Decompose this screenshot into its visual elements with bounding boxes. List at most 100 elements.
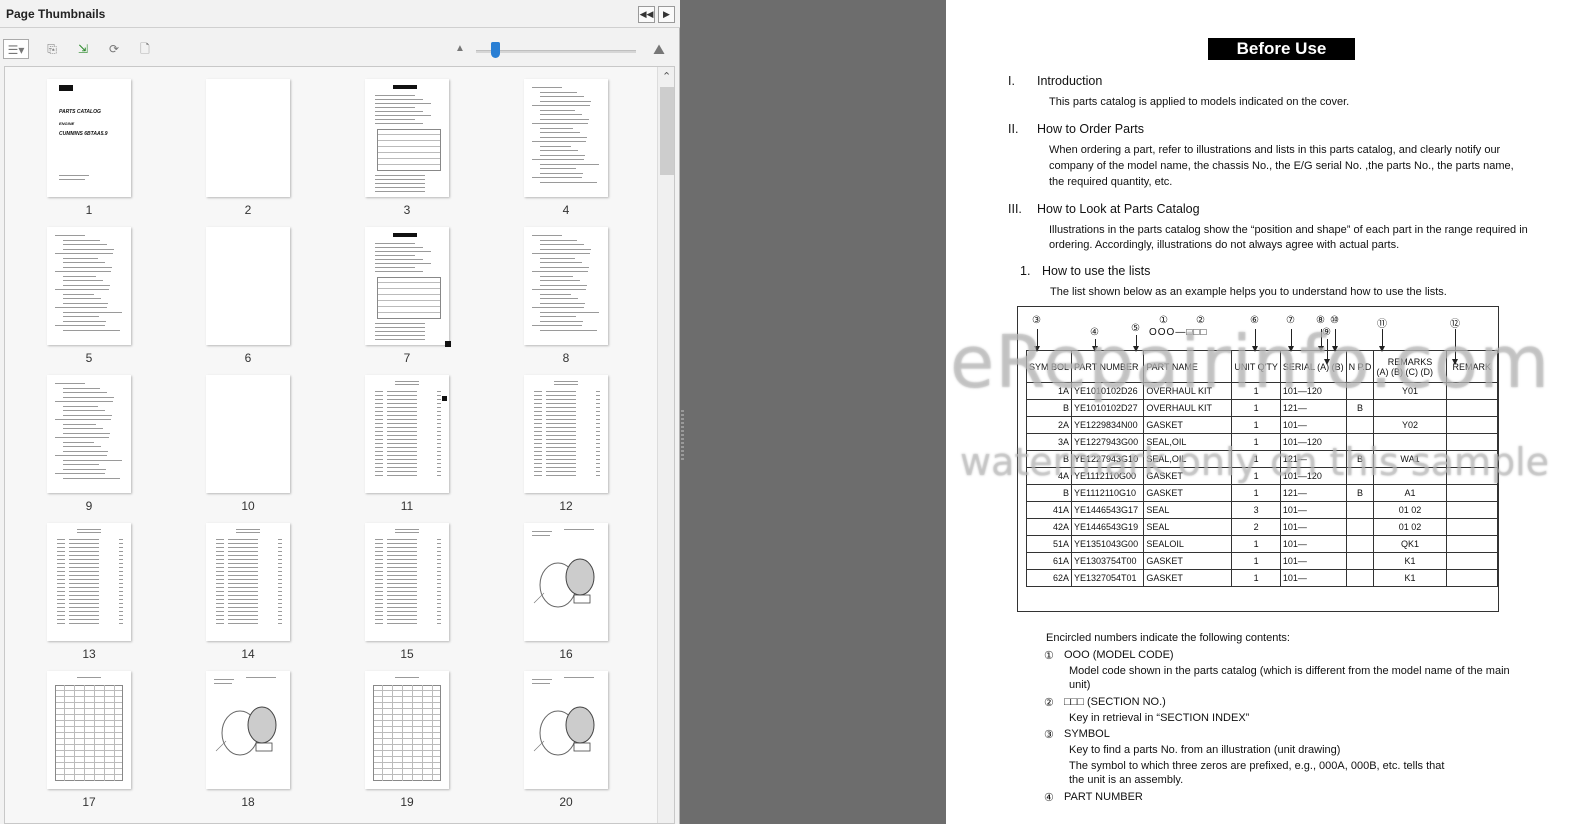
cell-part-name: GASKET [1143, 569, 1233, 587]
panel-title: Page Thumbnails [6, 7, 106, 21]
subsection-text: The list shown below as an example helps… [1050, 286, 1447, 298]
current-page-marker [445, 341, 451, 347]
section-heading: How to Order Parts [1037, 122, 1144, 136]
page-thumbnail[interactable] [47, 523, 131, 641]
extract-pages-icon[interactable]: ⇲ [73, 39, 93, 59]
table-row: 42A YE1446543G19 SEAL 2 101— 01 02 [1025, 518, 1498, 536]
page-thumbnail[interactable] [206, 523, 290, 641]
page-thumbnail[interactable] [365, 523, 449, 641]
vertical-scrollbar[interactable]: ⌃ [657, 67, 674, 823]
encircled-intro: Encircled numbers indicate the following… [1046, 632, 1290, 644]
page-number-label: 20 [559, 795, 573, 809]
page-number-label: 6 [244, 351, 252, 365]
section-number: I. [1008, 74, 1015, 88]
thumbnail-list[interactable]: PARTS CATALOG ENGINE CUMMINS 6BTAA5.9 1 2 3 4 5… [4, 66, 675, 824]
note-title: □□□ (SECTION NO.) [1064, 696, 1166, 708]
cell-serial: 101— [1279, 518, 1347, 536]
cell-symbol: B [1025, 484, 1073, 502]
page-thumbnail[interactable] [365, 79, 449, 197]
cell-remarks: K1 [1373, 552, 1447, 570]
rotate-pages-icon[interactable]: ⟳ [104, 39, 124, 59]
cell-npd [1345, 569, 1375, 587]
example-table-body: 1A YE1010102D26 OVERHAUL KIT 1 101—120 Y01 B YE… [1025, 382, 1498, 587]
cell-part-name: SEAL [1143, 501, 1233, 519]
scroll-up-arrow-icon[interactable]: ⌃ [662, 70, 671, 83]
page-thumbnail[interactable] [524, 671, 608, 789]
cell-part-name: SEALOIL [1143, 535, 1233, 553]
table-row: 2A YE1229834N00 GASKET 1 101— Y02 [1025, 416, 1498, 434]
cell-qty: 2 [1231, 518, 1281, 536]
page-number-label: 7 [403, 351, 411, 365]
page-number-label: 3 [403, 203, 411, 217]
cell-qty: 1 [1231, 416, 1281, 434]
cell-serial: 101— [1279, 552, 1347, 570]
page-thumbnail[interactable] [206, 375, 290, 493]
cell-remarks: QK1 [1373, 535, 1447, 553]
cell-serial: 121— [1279, 484, 1347, 502]
thumbnail-zoom-slider[interactable] [476, 42, 636, 58]
splitter-grip[interactable] [681, 410, 684, 460]
note-text: Key to find a parts No. from an illustra… [1069, 744, 1341, 756]
note-mark: ① [1044, 650, 1054, 662]
cell-serial: 101— [1279, 416, 1347, 434]
delete-pages-icon[interactable]: 🗋 [135, 39, 155, 59]
section-text: ordering. Accordingly, illustrations do … [1049, 239, 1400, 251]
note-mark: ③ [1044, 729, 1054, 741]
table-row: 41A YE1446543G17 SEAL 3 101— 01 02 [1025, 501, 1498, 519]
note-text: The symbol to which three zeros are pref… [1069, 760, 1445, 772]
thumbnail-options-icon[interactable]: ☰▾ [3, 39, 29, 59]
cell-npd [1345, 535, 1375, 553]
page-number-label: 5 [85, 351, 93, 365]
section-number: II. [1008, 122, 1019, 136]
page-number-label: 16 [559, 647, 573, 661]
panel-header: Page Thumbnails ◀◀ ▶ [0, 0, 680, 28]
page-thumbnail[interactable] [47, 671, 131, 789]
scrollbar-thumb[interactable] [660, 87, 674, 175]
page-thumbnail[interactable] [206, 79, 290, 197]
cell-qty: 1 [1231, 484, 1281, 502]
cell-part-name: SEAL [1143, 518, 1233, 536]
panel-menu-button[interactable]: ▶ [658, 6, 675, 23]
cell-remarks: A1 [1373, 484, 1447, 502]
cell-remark [1445, 552, 1498, 570]
page-thumbnail[interactable]: PARTS CATALOG ENGINE CUMMINS 6BTAA5.9 [47, 79, 131, 197]
page-thumbnail[interactable] [365, 227, 449, 345]
cell-part-number: YE1351043G00 [1071, 535, 1145, 553]
page-thumbnail[interactable] [47, 227, 131, 345]
cell-part-number: YE1229834N00 [1071, 416, 1145, 434]
thumb-cover-title: PARTS CATALOG [59, 109, 101, 115]
page-number-label: 14 [241, 647, 255, 661]
cell-symbol: 41A [1025, 501, 1073, 519]
insert-pages-icon[interactable]: ⎘ [42, 39, 62, 59]
page-thumbnail[interactable] [524, 79, 608, 197]
table-row: 61A YE1303754T00 GASKET 1 101— K1 [1025, 552, 1498, 570]
subsection-heading: How to use the lists [1042, 264, 1151, 278]
page-number-label: 17 [82, 795, 96, 809]
note-title: OOO (MODEL CODE) [1064, 649, 1174, 661]
zoom-in-icon[interactable]: ⛰ [648, 39, 670, 59]
page-thumbnail[interactable] [524, 375, 608, 493]
section-number: III. [1008, 202, 1022, 216]
cell-part-number: YE1446543G17 [1071, 501, 1145, 519]
document-page: Before Use I. Introduction This parts ca… [946, 0, 1587, 824]
thumb-drawing [215, 706, 277, 756]
cell-npd [1345, 416, 1375, 434]
cell-part-name: GASKET [1143, 484, 1233, 502]
cell-symbol: 62A [1025, 569, 1073, 587]
page-thumbnail[interactable] [206, 227, 290, 345]
page-thumbnail[interactable] [47, 375, 131, 493]
page-thumbnail[interactable] [524, 523, 608, 641]
page-thumbnail[interactable] [206, 671, 290, 789]
page-thumbnail[interactable] [524, 227, 608, 345]
cell-symbol: 42A [1025, 518, 1073, 536]
cell-remarks: K1 [1373, 569, 1447, 587]
zoom-out-icon[interactable]: ▲ [452, 39, 468, 59]
cell-npd [1345, 501, 1375, 519]
section-heading: Introduction [1037, 74, 1103, 88]
zoom-handle[interactable] [491, 42, 500, 58]
page-number-label: 18 [241, 795, 255, 809]
page-thumbnail[interactable] [365, 375, 449, 493]
collapse-panel-button[interactable]: ◀◀ [638, 6, 655, 23]
current-page-marker [442, 396, 447, 401]
page-thumbnail[interactable] [365, 671, 449, 789]
